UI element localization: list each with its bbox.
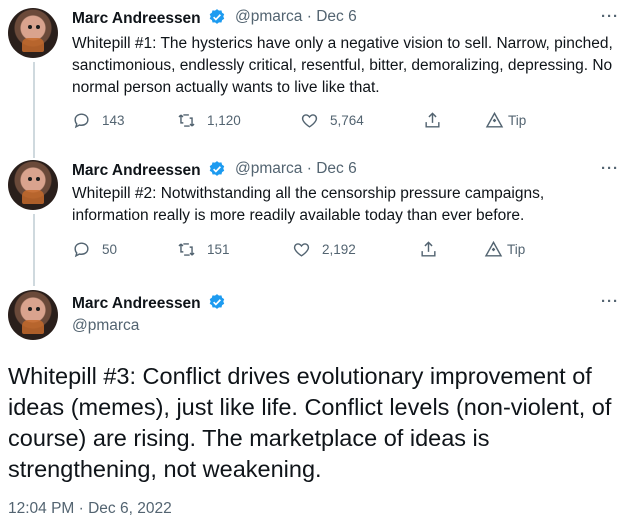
separator: · [306,160,312,177]
tweet-actions: 50 151 2,192 Tip [72,240,552,264]
retweet-count: 1,120 [207,113,241,128]
retweet-icon [178,114,195,127]
avatar[interactable] [8,290,58,340]
tip-icon [484,240,503,257]
tweet-text: Whitepill #2: Notwithstanding all the ce… [72,185,545,224]
author-name[interactable]: Marc Andreessen [72,8,226,28]
heart-icon [293,243,310,257]
tip-button[interactable]: Tip [485,111,526,130]
verified-badge-icon [209,161,225,176]
retweet-button[interactable]: 151 [177,240,230,259]
retweet-icon [178,243,195,256]
like-button[interactable]: 2,192 [292,240,356,259]
author-name[interactable]: Marc Andreessen [72,293,226,313]
author-handle[interactable]: @pmarca [235,8,302,25]
author-name[interactable]: Marc Andreessen [72,160,226,180]
share-icon [421,241,436,257]
more-options-icon[interactable]: ··· [601,293,619,310]
verified-badge-icon [209,294,225,309]
reply-count: 50 [102,242,118,257]
like-count: 5,764 [330,113,364,128]
share-icon [425,112,440,128]
like-button[interactable]: 5,764 [300,111,364,130]
separator: · [306,8,312,25]
more-options-icon[interactable]: ··· [601,8,619,25]
tweet-date[interactable]: Dec 6 [316,160,357,177]
tweet-actions: 143 1,120 5,764 Tip [72,111,552,135]
reply-icon [74,242,89,258]
main-tweet-text: Whitepill #3: Conflict drives evolutiona… [8,363,612,482]
tip-button[interactable]: Tip [484,240,525,259]
tweet-text: Whitepill #1: The hysterics have only a … [72,35,613,96]
heart-icon [301,114,318,128]
reply-button[interactable]: 143 [72,111,125,130]
reply-icon [74,113,89,129]
tip-icon [485,111,504,128]
verified-badge-icon [209,9,225,24]
retweet-count: 151 [207,242,230,257]
avatar[interactable] [8,8,58,58]
retweet-button[interactable]: 1,120 [177,111,241,130]
tweet-timestamp[interactable]: 12:04 PM · Dec 6, 2022 [8,500,172,518]
reply-button[interactable]: 50 [72,240,117,259]
avatar[interactable] [8,160,58,210]
tweet-date[interactable]: Dec 6 [316,8,357,25]
author-handle[interactable]: @pmarca [235,160,302,177]
share-button[interactable] [423,111,442,130]
thread-line [33,62,35,158]
tip-label: Tip [508,113,527,128]
author-handle[interactable]: @pmarca [72,317,139,335]
share-button[interactable] [419,240,438,259]
reply-count: 143 [102,113,125,128]
more-options-icon[interactable]: ··· [601,160,619,177]
thread-line [33,214,35,286]
tip-label: Tip [507,242,526,257]
like-count: 2,192 [322,242,356,257]
